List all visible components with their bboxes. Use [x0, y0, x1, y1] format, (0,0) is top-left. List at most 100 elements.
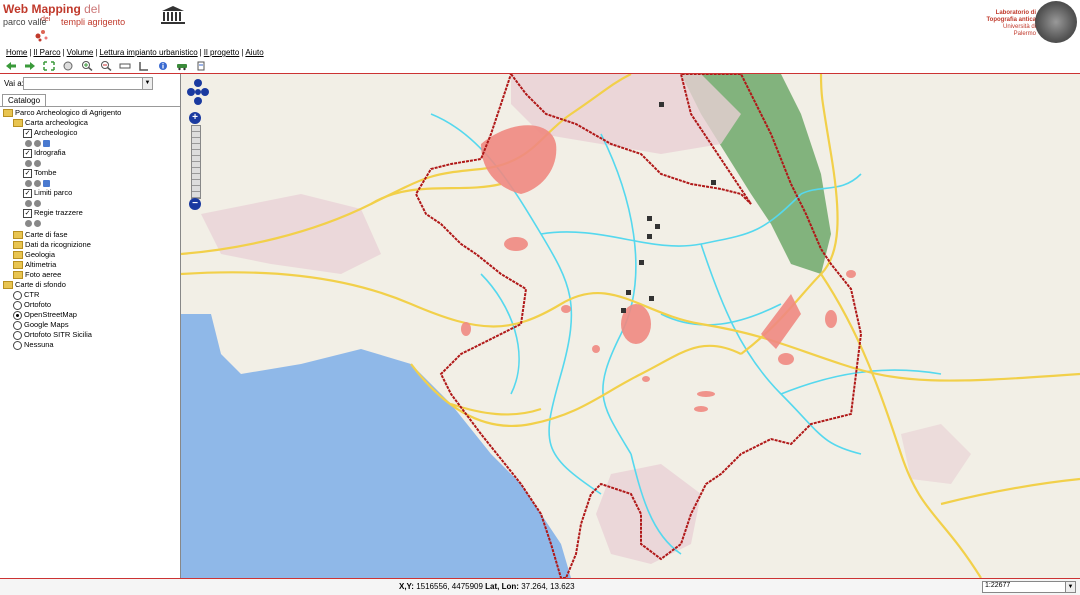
- zoom-in-button[interactable]: +: [189, 112, 201, 124]
- measure-area-icon[interactable]: [136, 60, 152, 72]
- style-icon[interactable]: [34, 159, 41, 167]
- basemap-openstreetmap[interactable]: OpenStreetMap: [3, 310, 179, 320]
- checkbox[interactable]: ✓: [23, 168, 32, 178]
- folder-icon: [13, 231, 23, 240]
- chevron-down-icon[interactable]: ▼: [1065, 582, 1075, 592]
- layer-limiti-parco[interactable]: ✓ Limiti parco: [3, 188, 179, 198]
- layer-archeologico[interactable]: ✓ Archeologico: [3, 128, 179, 138]
- folder-icon: [13, 241, 23, 250]
- radio-selected[interactable]: [13, 310, 22, 320]
- layer-tools: [3, 198, 179, 208]
- status-bar: X,Y: 1516556, 4475909 Lat, Lon: 37.264, …: [0, 578, 1080, 595]
- folder-altimetria[interactable]: Altimetria: [3, 260, 179, 270]
- zoom-out-icon[interactable]: [98, 60, 114, 72]
- coordinate-readout: X,Y: 1516556, 4475909 Lat, Lon: 37.264, …: [399, 582, 575, 591]
- menu-il-parco[interactable]: Il Parco: [33, 48, 60, 57]
- map-rendering: [181, 74, 1080, 578]
- layer-tools: [3, 218, 179, 228]
- tab-catalogo[interactable]: Catalogo: [2, 94, 47, 106]
- menu-bar: Home | Il Parco | Volume | Lettura impianto ur…: [6, 48, 264, 57]
- university-seal-icon: [1035, 1, 1077, 43]
- toolbar: [0, 59, 1080, 73]
- checkbox[interactable]: ✓: [23, 128, 32, 138]
- scale-select[interactable]: 1:22677 ▼: [982, 581, 1076, 593]
- folder-icon: [13, 271, 23, 280]
- opacity-icon[interactable]: [25, 199, 32, 207]
- menu-il-progetto[interactable]: Il progetto: [204, 48, 240, 57]
- radio[interactable]: [13, 300, 22, 310]
- tree-carta[interactable]: Carta archeologica: [3, 118, 179, 128]
- layer-tools: [3, 158, 179, 168]
- layer-tombe[interactable]: ✓ Tombe: [3, 168, 179, 178]
- style-icon[interactable]: [34, 219, 41, 227]
- sea: [181, 314, 571, 578]
- urban-area-east: [901, 424, 971, 484]
- menu-lettura[interactable]: Lettura impianto urbanistico: [99, 48, 197, 57]
- info-icon[interactable]: [155, 60, 171, 72]
- folder-geologia[interactable]: Geologia: [3, 250, 179, 260]
- sidebar: Vai a: ▼ Catalogo Parco Archeologico di …: [0, 74, 181, 578]
- forward-icon[interactable]: [22, 60, 38, 72]
- print-icon[interactable]: [193, 60, 209, 72]
- opacity-icon[interactable]: [25, 219, 32, 227]
- style-icon[interactable]: [34, 179, 41, 187]
- layer-idrografia[interactable]: ✓ Idrografia: [3, 148, 179, 158]
- radio[interactable]: [13, 340, 22, 350]
- style-icon[interactable]: [34, 199, 41, 207]
- checkbox[interactable]: ✓: [23, 148, 32, 158]
- opacity-icon[interactable]: [25, 139, 32, 147]
- zoom-bar: + −: [189, 112, 201, 210]
- zoom-out-button[interactable]: −: [189, 198, 201, 210]
- layer-regie-trazzere[interactable]: ✓ Regie trazzere: [3, 208, 179, 218]
- folder-dati-ricognizione[interactable]: Dati da ricognizione: [3, 240, 179, 250]
- basemap-ortofoto-sitr[interactable]: Ortofoto SITR Sicilia: [3, 330, 179, 340]
- header: Web Mapping del dei parco valle templi a…: [0, 0, 1080, 46]
- logo-dots-icon: [35, 30, 48, 42]
- full-extent-icon[interactable]: [41, 60, 57, 72]
- opacity-icon[interactable]: [25, 179, 32, 187]
- checkbox[interactable]: ✓: [23, 188, 32, 198]
- folder-icon: [3, 109, 13, 118]
- measure-line-icon[interactable]: [117, 60, 133, 72]
- folder-icon: [13, 119, 23, 128]
- chevron-down-icon[interactable]: ▼: [142, 78, 152, 89]
- layer-tools: [3, 138, 179, 148]
- opacity-icon[interactable]: [25, 159, 32, 167]
- info-icon[interactable]: [43, 139, 50, 147]
- menu-volume[interactable]: Volume: [67, 48, 94, 57]
- folder-carte-di-sfondo[interactable]: Carte di sfondo: [3, 280, 179, 290]
- tree-root[interactable]: Parco Archeologico di Agrigento: [3, 108, 179, 118]
- app-title: Web Mapping del: [3, 2, 101, 16]
- folder-icon: [3, 281, 13, 290]
- info-icon[interactable]: [43, 179, 50, 187]
- layer-tools: [3, 178, 179, 188]
- goto-select[interactable]: ▼: [23, 77, 153, 90]
- map-canvas[interactable]: + −: [181, 74, 1080, 578]
- pan-control-icon[interactable]: [187, 79, 209, 109]
- layer-tree: Parco Archeologico di Agrigento Carta ar…: [3, 108, 179, 350]
- basemap-nessuna[interactable]: Nessuna: [3, 340, 179, 350]
- zoom-slider[interactable]: [191, 125, 201, 199]
- zoom-in-icon[interactable]: [79, 60, 95, 72]
- pan-icon[interactable]: [60, 60, 76, 72]
- menu-aiuto[interactable]: Aiuto: [245, 48, 263, 57]
- vehicle-icon[interactable]: [174, 60, 190, 72]
- folder-icon: [13, 261, 23, 270]
- lab-text: Laboratorio di Topografia antica Univers…: [986, 10, 1036, 37]
- tab-divider: [0, 106, 180, 107]
- radio[interactable]: [13, 290, 22, 300]
- basemap-ortofoto[interactable]: Ortofoto: [3, 300, 179, 310]
- goto-label: Vai a:: [4, 79, 24, 88]
- folder-icon: [13, 251, 23, 260]
- radio[interactable]: [13, 330, 22, 340]
- menu-home[interactable]: Home: [6, 48, 27, 57]
- style-icon[interactable]: [34, 139, 41, 147]
- checkbox[interactable]: ✓: [23, 208, 32, 218]
- folder-foto-aeree[interactable]: Foto aeree: [3, 270, 179, 280]
- folder-carte-di-fase[interactable]: Carte di fase: [3, 230, 179, 240]
- basemap-ctr[interactable]: CTR: [3, 290, 179, 300]
- back-icon[interactable]: [3, 60, 19, 72]
- unesco-logo-icon: [161, 6, 185, 24]
- basemap-google-maps[interactable]: Google Maps: [3, 320, 179, 330]
- radio[interactable]: [13, 320, 22, 330]
